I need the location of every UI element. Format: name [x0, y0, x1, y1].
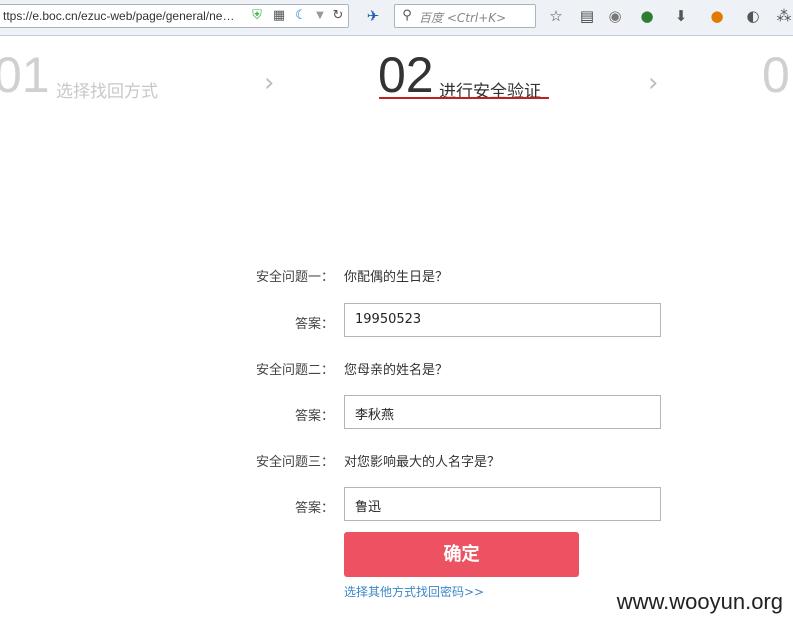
- step-progress: 01 选择找回方式 › 02 进行安全验证 › 0: [0, 44, 793, 114]
- answer-1-input[interactable]: 19950523: [344, 303, 661, 337]
- qr-code-icon[interactable]: ▦: [271, 8, 287, 24]
- question-1-label: 安全问题一：: [255, 270, 334, 285]
- dropdown-icon[interactable]: ▼: [312, 8, 328, 24]
- reading-list-icon[interactable]: ▤: [578, 7, 596, 25]
- confirm-button[interactable]: 确定: [344, 532, 579, 577]
- question-3-text: 对您影响最大的人名字是？: [344, 455, 501, 470]
- reload-icon[interactable]: ↻: [330, 8, 346, 24]
- globe-icon[interactable]: ◉: [606, 7, 624, 25]
- search-icon: ⚲: [402, 8, 412, 23]
- url-text[interactable]: ttps://e.boc.cn/ezuc-web/page/general/ne…: [3, 9, 245, 23]
- step-2-number: 02: [378, 47, 434, 103]
- active-step-underline: [379, 97, 549, 99]
- browser-toolbar: ttps://e.boc.cn/ezuc-web/page/general/ne…: [0, 0, 793, 36]
- other-method-link[interactable]: 选择其他方式找回密码>>: [344, 583, 484, 600]
- question-1-text: 你配偶的生日是？: [344, 270, 449, 285]
- search-placeholder: 百度 <Ctrl+K>: [419, 11, 507, 25]
- question-2-label: 安全问题二：: [255, 363, 334, 378]
- question-2-text: 您母亲的姓名是？: [344, 363, 449, 378]
- star-icon[interactable]: ☆: [547, 7, 565, 25]
- download-icon[interactable]: ⬇: [672, 7, 690, 25]
- answer-1-label: 答案：: [294, 317, 334, 332]
- step-arrow-icon: ›: [264, 68, 275, 98]
- step-1-title: 选择找回方式: [56, 82, 158, 102]
- overflow-icon[interactable]: ⁂: [775, 7, 793, 25]
- step-1-number: 01: [0, 47, 50, 103]
- question-3-label: 安全问题三：: [255, 455, 334, 470]
- answer-2-input[interactable]: 李秋燕: [344, 395, 661, 429]
- step-3-number: 0: [762, 47, 790, 103]
- shield-check-icon[interactable]: ⛨: [249, 8, 265, 24]
- search-box[interactable]: ⚲ 百度 <Ctrl+K>: [394, 4, 536, 28]
- answer-2-label: 答案：: [294, 409, 334, 424]
- answer-3-input[interactable]: 鲁迅: [344, 487, 661, 521]
- step-arrow-icon: ›: [648, 68, 659, 98]
- palette-icon[interactable]: ◐: [744, 7, 762, 25]
- bird-icon[interactable]: ✈: [364, 7, 382, 25]
- url-bar[interactable]: ttps://e.boc.cn/ezuc-web/page/general/ne…: [0, 4, 349, 28]
- watermark: www.wooyun.org: [616, 589, 783, 614]
- crescent-icon[interactable]: ☾: [293, 8, 309, 24]
- green-addon-icon[interactable]: ●: [638, 7, 656, 25]
- firebug-icon[interactable]: ●: [708, 7, 726, 25]
- answer-3-label: 答案：: [294, 501, 334, 516]
